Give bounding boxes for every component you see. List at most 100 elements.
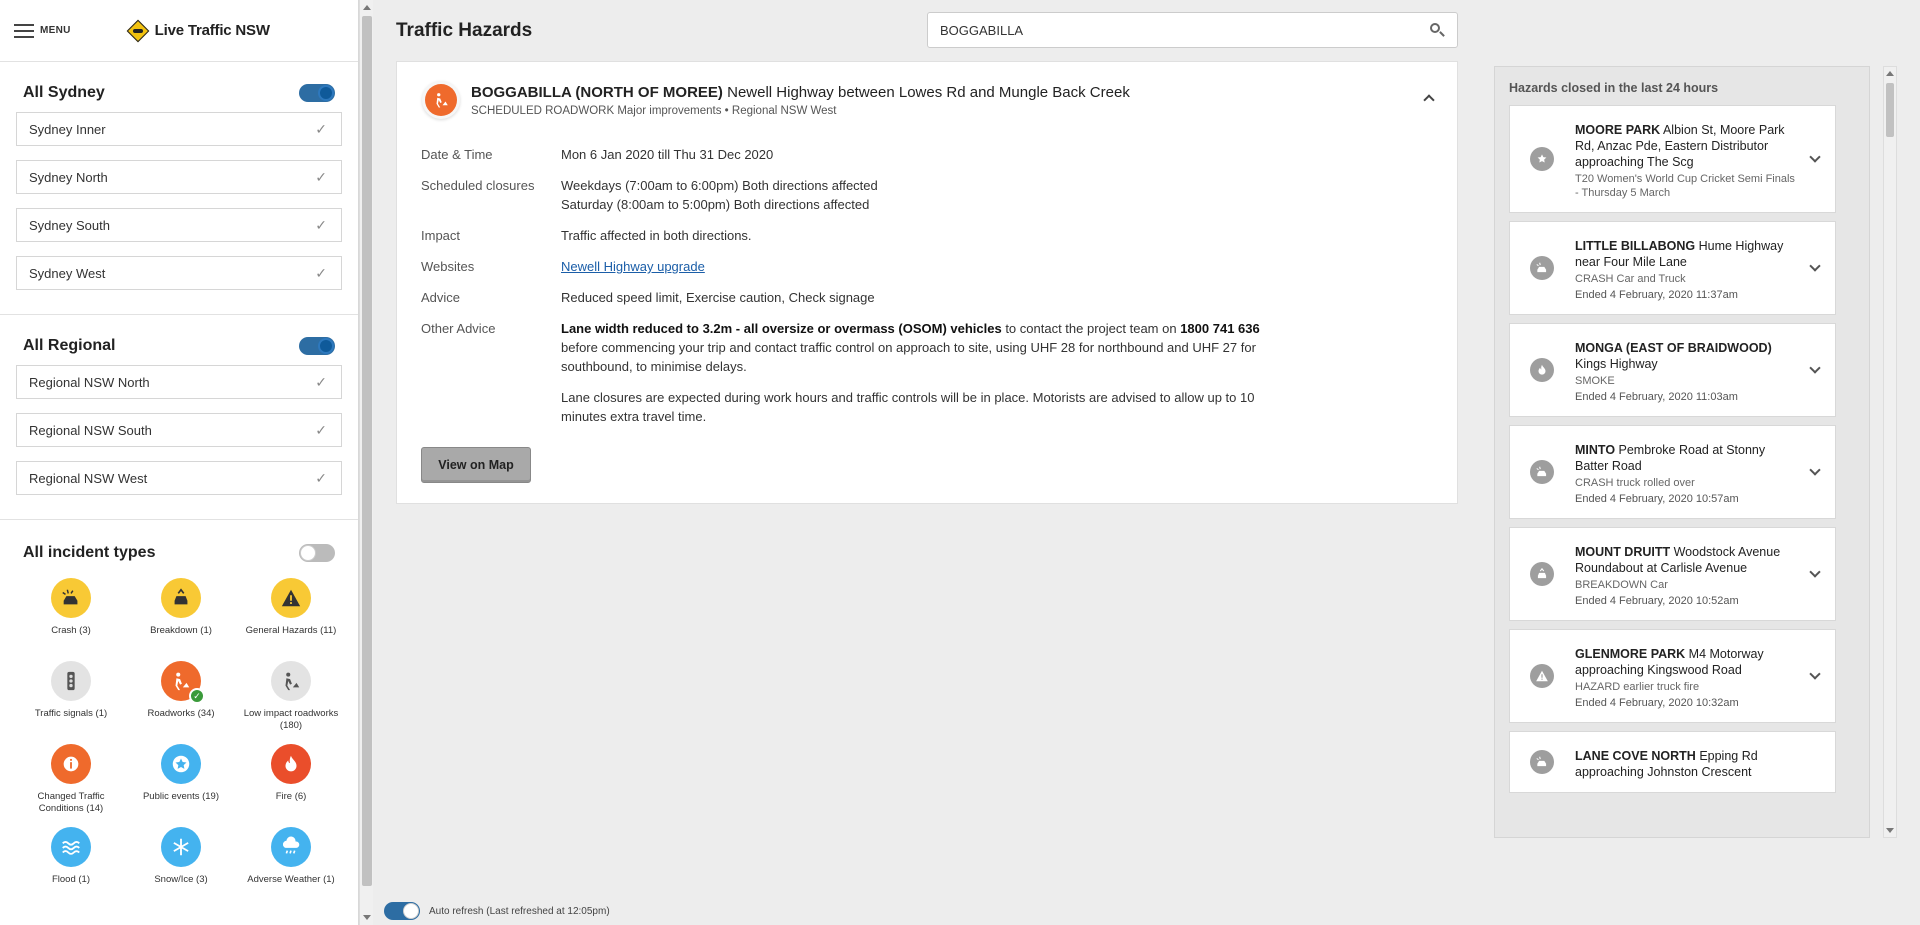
expand-chevron-icon[interactable] [1809,362,1821,374]
closed-hazard-title: GLENMORE PARK M4 Motorway approaching Ki… [1575,646,1795,678]
expand-chevron-icon[interactable] [1809,151,1821,163]
sydney-title: All Sydney [23,84,105,101]
closed-hazard-road: Kings Highway [1575,357,1658,371]
view-on-map-button[interactable]: View on Map [421,447,531,483]
closed-hazard-time: Ended 4 February, 2020 10:32am [1575,697,1739,709]
type-general-hazards[interactable]: General Hazards (11) [236,578,346,649]
auto-refresh-toggle[interactable] [384,902,420,920]
collapse-chevron-icon[interactable] [1423,92,1435,106]
closed-hazard-item[interactable]: MINTO Pembroke Road at Stonny Batter Roa… [1509,425,1836,519]
incident-type-grid: Crash (3) Breakdown (1) General Hazards … [16,578,342,898]
closed-hazard-item[interactable]: MOUNT DRUITT Woodstock Avenue Roundabout… [1509,527,1836,621]
closed-hazard-time: Ended 4 February, 2020 10:57am [1575,493,1739,505]
traffic-light-icon [51,661,91,701]
type-label: General Hazards (11) [245,625,337,636]
snowflake-icon [161,827,201,867]
other-advice-paragraph: Lane closures are expected during work h… [561,390,1255,424]
detail-value: Lane width reduced to 3.2m - all oversiz… [561,319,1281,438]
closed-hazard-item[interactable]: GLENMORE PARK M4 Motorway approaching Ki… [1509,629,1836,723]
region-sydney-inner[interactable]: Sydney Inner ✓ [16,112,342,146]
auto-refresh-label: Auto refresh (Last refreshed at 12:05pm) [429,905,610,917]
closed-hazard-item[interactable]: LANE COVE NORTH Epping Rd approaching Jo… [1509,731,1836,793]
type-adverse-weather[interactable]: Adverse Weather (1) [236,827,346,898]
detail-label: Advice [421,290,461,305]
expand-chevron-icon[interactable] [1809,668,1821,680]
expand-chevron-icon[interactable] [1809,566,1821,578]
regional-toggle[interactable] [299,337,335,355]
detail-label: Websites [421,259,475,274]
region-nsw-south[interactable]: Regional NSW South ✓ [16,413,342,447]
sydney-toggle[interactable] [299,84,335,102]
closed-hazard-category: HAZARD earlier truck fire [1575,681,1700,693]
region-nsw-west[interactable]: Regional NSW West ✓ [16,461,342,495]
website-link[interactable]: Newell Highway upgrade [561,259,705,274]
warning-icon [271,578,311,618]
region-label: Sydney Inner [29,121,106,137]
search-input[interactable] [940,22,1429,38]
region-label: Regional NSW West [29,470,148,486]
menu-button[interactable]: MENU [14,23,71,38]
closed-hazards-panel: Hazards closed in the last 24 hours MOOR… [1494,66,1870,838]
closed-hazard-title: LITTLE BILLABONG Hume Highway near Four … [1575,238,1795,270]
closed-hazard-category: T20 Women's World Cup Cricket Semi Final… [1575,173,1795,199]
other-advice-emphasis: Lane width reduced to 3.2m - all oversiz… [561,321,1002,336]
expand-chevron-icon[interactable] [1809,260,1821,272]
region-label: Sydney West [29,265,106,281]
closed-hazard-item[interactable]: LITTLE BILLABONG Hume Highway near Four … [1509,221,1836,315]
closed-hazard-location: LANE COVE NORTH [1575,749,1696,763]
brand-link[interactable]: Live Traffic NSW [126,19,270,42]
crash-icon [51,578,91,618]
closed-hazard-time: Ended 4 February, 2020 11:37am [1575,289,1738,301]
closed-hazard-item[interactable]: MOORE PARK Albion St, Moore Park Rd, Anz… [1509,105,1836,213]
closed-hazard-title: MONGA (EAST OF BRAIDWOOD) Kings Highway [1575,340,1795,372]
region-sydney-west[interactable]: Sydney West ✓ [16,256,342,290]
region-sydney-north[interactable]: Sydney North ✓ [16,160,342,194]
type-changed-traffic[interactable]: Changed Traffic Conditions (14) [16,744,126,815]
type-label: Flood (1) [51,874,90,885]
roadworks-icon [425,84,457,116]
type-flood[interactable]: Flood (1) [16,827,126,898]
region-sydney-south[interactable]: Sydney South ✓ [16,208,342,242]
type-crash[interactable]: Crash (3) [16,578,126,649]
incident-types-toggle[interactable] [299,544,335,562]
region-nsw-north[interactable]: Regional NSW North ✓ [16,365,342,399]
star-icon [161,744,201,784]
region-label: Regional NSW South [29,422,152,438]
hamburger-icon [14,23,34,38]
closed-panel-scrollbar[interactable] [1883,66,1897,838]
detail-value: Weekdays (7:00am to 6:00pm) Both directi… [561,176,1431,214]
type-traffic-signals[interactable]: Traffic signals (1) [16,661,126,732]
detail-label: Other Advice [421,321,496,336]
closed-hazard-item[interactable]: MONGA (EAST OF BRAIDWOOD) Kings Highway … [1509,323,1836,417]
closed-hazards-list: MOORE PARK Albion St, Moore Park Rd, Anz… [1509,105,1836,801]
hazard-details: Date & Time Mon 6 Jan 2020 till Thu 31 D… [421,145,1431,450]
region-label: Regional NSW North [29,374,150,390]
type-roadworks[interactable]: ✓ Roadworks (34) [126,661,236,732]
closed-hazards-title: Hazards closed in the last 24 hours [1509,81,1719,95]
hazard-subtitle: SCHEDULED ROADWORK Major improvements • … [471,105,837,117]
type-breakdown[interactable]: Breakdown (1) [126,578,236,649]
page-title: Traffic Hazards [396,20,533,41]
live-traffic-logo-icon [126,19,149,42]
info-icon [51,744,91,784]
closed-hazard-location: LITTLE BILLABONG [1575,239,1696,253]
crash-icon [1530,750,1554,774]
search-icon[interactable] [1429,22,1445,38]
breakdown-icon [161,578,201,618]
fire-icon [271,744,311,784]
type-public-events[interactable]: Public events (19) [126,744,236,815]
hazard-card: BOGGABILLA (NORTH OF MOREE) Newell Highw… [396,61,1458,504]
expand-chevron-icon[interactable] [1809,464,1821,476]
closed-hazard-time: Ended 4 February, 2020 11:03am [1575,391,1738,403]
phone-number: 1800 741 636 [1180,321,1260,336]
type-label: Changed Traffic Conditions (14) [37,791,105,814]
check-icon: ✓ [315,168,327,185]
type-fire[interactable]: Fire (6) [236,744,346,815]
type-low-impact-roadworks[interactable]: Low impact roadworks (180) [236,661,346,732]
warning-icon [1530,664,1554,688]
check-icon: ✓ [315,469,327,486]
type-snow-ice[interactable]: Snow/Ice (3) [126,827,236,898]
sidebar-scrollbar[interactable] [359,0,373,925]
hazard-location: BOGGABILLA (NORTH OF MOREE) [471,84,723,101]
type-label: Breakdown (1) [150,625,212,636]
